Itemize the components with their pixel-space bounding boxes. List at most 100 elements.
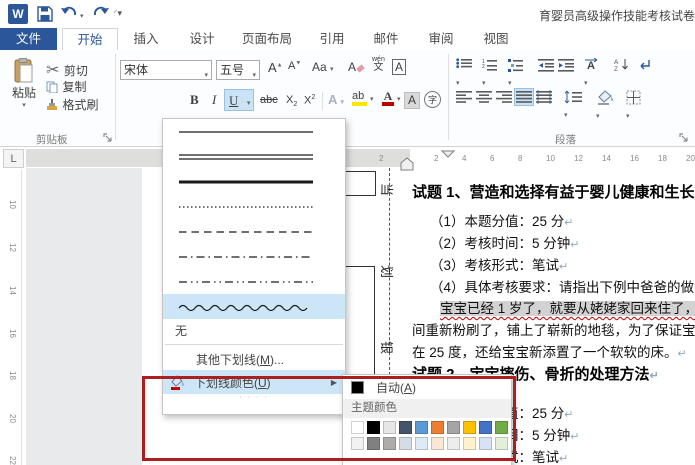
change-case-label: Aa <box>312 60 327 74</box>
clipboard-group-label: 剪贴板 <box>36 132 68 147</box>
phonetic-guide-button[interactable]: wén 文 <box>372 56 385 73</box>
underline-style-dash-dot[interactable] <box>163 244 345 269</box>
numbering-button[interactable]: 12▾ <box>482 58 498 90</box>
distribute-button[interactable] <box>536 90 552 104</box>
doc-line-text: （3）考核形式：笔试 <box>430 258 559 273</box>
enclose-characters-button[interactable]: 字 <box>424 91 441 108</box>
italic-button[interactable]: I <box>212 92 216 108</box>
doc-line[interactable]: （1）本题分值：25 分↵ <box>430 210 574 230</box>
small-divider <box>322 92 323 110</box>
paragraph-dialog-launcher-icon[interactable] <box>679 133 689 143</box>
tab-插入[interactable]: 插入 <box>122 28 170 50</box>
sort-button[interactable]: AZ <box>614 58 630 72</box>
tab-邮件[interactable]: 邮件 <box>362 28 410 50</box>
font-name-combobox[interactable]: 宋体 ▾ <box>120 60 212 80</box>
clear-formatting-button[interactable]: A <box>348 60 364 74</box>
subscript-button[interactable]: X2 <box>286 94 297 108</box>
menu-item-no-underline[interactable]: 无 <box>163 319 345 341</box>
tab-视图[interactable]: 视图 <box>472 28 520 50</box>
tab-引用[interactable]: 引用 <box>308 28 356 50</box>
align-left-button[interactable] <box>456 90 472 104</box>
menu-item-more-underlines[interactable]: 其他下划线(M)... <box>163 348 345 370</box>
paragraph-mark: ↵ <box>564 409 573 421</box>
tab-selector-button[interactable]: L <box>3 149 24 168</box>
h-ruler-number: 18 <box>658 154 667 163</box>
character-border-button[interactable]: A <box>392 59 406 75</box>
undo-icon[interactable] <box>60 6 78 22</box>
underline-style-wave[interactable] <box>163 294 345 319</box>
bullets-icon <box>456 58 472 72</box>
character-shading-button[interactable]: A <box>404 92 420 109</box>
h-ruler-number: 2 <box>434 154 438 163</box>
copy-button[interactable]: 复制 <box>46 78 86 96</box>
multilevel-list-button[interactable]: ▾ <box>508 58 524 90</box>
ribbon: 粘贴 ▾ ✂ 剪切 复制 格式刷 剪贴板 宋体 ▾ 五号 ▾ A▲ <box>0 50 695 147</box>
group-divider <box>448 54 449 140</box>
redo-icon[interactable] <box>92 6 110 22</box>
doc-line[interactable]: 间重新粉刷了，铺上了崭新的地毯，为了保证宝宝 <box>412 319 695 339</box>
tab-file[interactable]: 文件 <box>0 28 57 50</box>
paste-button[interactable]: 粘贴 ▾ <box>7 58 41 118</box>
doc-selected-line[interactable]: 宝宝已经 1 岁了，就要从姥姥家回来住了，爸爸把房 <box>440 297 695 317</box>
asian-layout-button[interactable]: A▾ <box>584 58 604 90</box>
font-color-button[interactable]: A ▾ <box>382 91 394 106</box>
underline-button[interactable]: U ▾ <box>224 89 254 111</box>
doc-line[interactable]: （4）具体考核要求：请指出下例中爸爸的做法 <box>430 276 695 296</box>
cut-button[interactable]: ✂ 剪切 <box>46 60 88 80</box>
paste-label: 粘贴 <box>7 84 41 101</box>
bold-button[interactable]: B <box>190 92 199 108</box>
format-painter-button[interactable]: 格式刷 <box>46 96 98 114</box>
align-right-button[interactable] <box>496 90 512 104</box>
underline-dropdown-icon[interactable]: ▾ <box>247 100 251 107</box>
clipboard-dialog-launcher-icon[interactable] <box>103 133 113 143</box>
borders-button[interactable]: ▾ <box>626 90 641 123</box>
doc-line[interactable]: 在 25 度，还给宝宝新添置了一个软软的床。↵ <box>412 341 687 361</box>
doc-line-text: 在 25 度，还给宝宝新添置了一个软软的床。 <box>412 345 678 360</box>
tab-开始[interactable]: 开始 <box>62 28 118 50</box>
change-case-button[interactable]: Aa ▾ <box>312 60 334 74</box>
grow-font-button[interactable]: A▲ <box>268 60 283 75</box>
h-ruler-number: 6 <box>490 154 494 163</box>
doc-line[interactable]: （2）考核时间：5 分钟↵ <box>430 232 580 252</box>
first-line-indent-marker[interactable] <box>441 150 455 158</box>
single-line-icon <box>177 126 315 138</box>
underline-style-dash-dot-dot[interactable] <box>163 269 345 294</box>
justify-button[interactable] <box>514 88 534 106</box>
underline-style-double[interactable] <box>163 144 345 169</box>
highlight-color-button[interactable]: ab ▾ <box>352 91 367 106</box>
shrink-font-button[interactable]: A▼ <box>288 60 301 72</box>
tab-设计[interactable]: 设计 <box>178 28 226 50</box>
hanging-indent-marker[interactable] <box>400 157 414 171</box>
underline-style-dashed[interactable] <box>163 219 345 244</box>
h-ruler-number: 4 <box>462 154 466 163</box>
vertical-ruler[interactable]: 10121416182022 <box>3 170 22 465</box>
align-center-button[interactable] <box>476 90 492 104</box>
underline-style-dotted[interactable] <box>163 194 345 219</box>
exam-side-label: 划 <box>378 265 397 278</box>
bullets-button[interactable]: ▾ <box>456 58 472 90</box>
save-icon[interactable] <box>36 6 54 22</box>
show-marks-button[interactable] <box>638 58 652 72</box>
text-effects-button[interactable]: A ▾ <box>328 92 344 107</box>
customize-quick-access-icon[interactable]: ⸍▾ <box>113 6 122 19</box>
underline-style-single[interactable] <box>163 119 345 144</box>
strikethrough-button[interactable]: abc <box>260 94 278 106</box>
doc-line[interactable]: （3）考核形式：笔试↵ <box>430 254 568 274</box>
more-underlines-label: 其他下划线(M)... <box>196 351 284 368</box>
tab-页面布局[interactable]: 页面布局 <box>232 28 302 50</box>
font-size-combobox[interactable]: 五号 ▾ <box>216 60 260 80</box>
horizontal-ruler[interactable]: 2 2468101214161820 <box>26 149 695 167</box>
line-spacing-button[interactable]: ▾ <box>564 90 582 122</box>
decrease-indent-button[interactable] <box>538 58 554 72</box>
underline-style-thick[interactable] <box>163 169 345 194</box>
superscript-button[interactable]: X2 <box>304 94 315 107</box>
doc-heading-1[interactable]: 试题 1、营造和选择有益于婴儿健康和生长的环境 <box>412 181 695 202</box>
shading-button[interactable]: ▾ <box>596 90 614 123</box>
clear-formatting-label: A <box>348 60 355 74</box>
undo-dropdown-icon[interactable]: ▾ <box>80 12 84 20</box>
eraser-icon <box>356 64 365 72</box>
increase-indent-button[interactable] <box>558 58 574 72</box>
cut-label: 剪切 <box>64 64 88 78</box>
no-underline-label: 无 <box>175 322 187 339</box>
tab-审阅[interactable]: 审阅 <box>416 28 466 50</box>
